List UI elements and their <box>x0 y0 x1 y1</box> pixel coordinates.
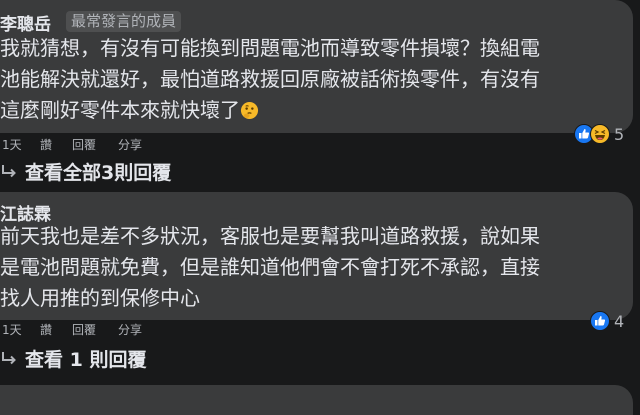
comment-bubble-partial <box>0 385 633 415</box>
top-contributor-badge: 最常發言的成員 <box>66 11 182 32</box>
reaction-icons <box>574 124 610 144</box>
view-replies-label: 查看 1 則回覆 <box>25 348 147 371</box>
haha-icon <box>590 124 610 144</box>
reaction-count: 4 <box>614 311 625 331</box>
comment-text-line: 我就猜想，有沒有可能換到問題電池而導致零件損壞？換組電 <box>0 36 540 60</box>
reply-arrow-icon <box>2 352 16 365</box>
reply-arrow-icon <box>2 165 16 178</box>
comment-text-line: 池能解決就還好，最怕道路救援回原廠被話術換零件，有沒有 <box>0 67 540 91</box>
comment-text-line-last: 這麼剛好零件本來就快壞了 <box>0 95 259 126</box>
comment-text-line: 是電池問題就免費，但是誰知道他們會不會打死不承認，直接 <box>0 255 540 279</box>
reaction-summary[interactable]: 4 <box>590 309 624 333</box>
view-replies-link[interactable]: 查看全部3則回覆 <box>0 158 171 184</box>
reaction-count: 5 <box>614 124 625 144</box>
comment-time[interactable]: 1天 <box>2 137 22 153</box>
thinking-face-icon <box>240 101 259 120</box>
like-button[interactable]: 讚 <box>40 322 52 338</box>
reaction-summary[interactable]: 5 <box>574 122 624 146</box>
view-replies-label: 查看全部3則回覆 <box>25 161 172 184</box>
comment-text-line: 找人用推的到保修中心 <box>0 286 200 310</box>
share-button[interactable]: 分享 <box>118 322 142 338</box>
comment-bubble: 江誌霖 前天我也是差不多狀況，客服也是要幫我叫道路救援，說如果 是電池問題就免費… <box>0 192 633 320</box>
reply-button[interactable]: 回覆 <box>72 322 96 338</box>
comment-bubble: 李聰岳 最常發言的成員 我就猜想，有沒有可能換到問題電池而導致零件損壞？換組電 … <box>0 0 633 133</box>
comment-text: 這麼剛好零件本來就快壞了 <box>0 98 240 122</box>
reply-button[interactable]: 回覆 <box>72 137 96 153</box>
share-button[interactable]: 分享 <box>118 137 142 153</box>
comment-text-line: 前天我也是差不多狀況，客服也是要幫我叫道路救援，說如果 <box>0 224 540 248</box>
comment-author[interactable]: 李聰岳 <box>0 10 51 35</box>
comment-time[interactable]: 1天 <box>2 322 22 338</box>
like-button[interactable]: 讚 <box>40 137 52 153</box>
reaction-icons <box>590 311 610 331</box>
view-replies-link[interactable]: 查看 1 則回覆 <box>0 345 146 371</box>
like-icon <box>590 311 610 331</box>
